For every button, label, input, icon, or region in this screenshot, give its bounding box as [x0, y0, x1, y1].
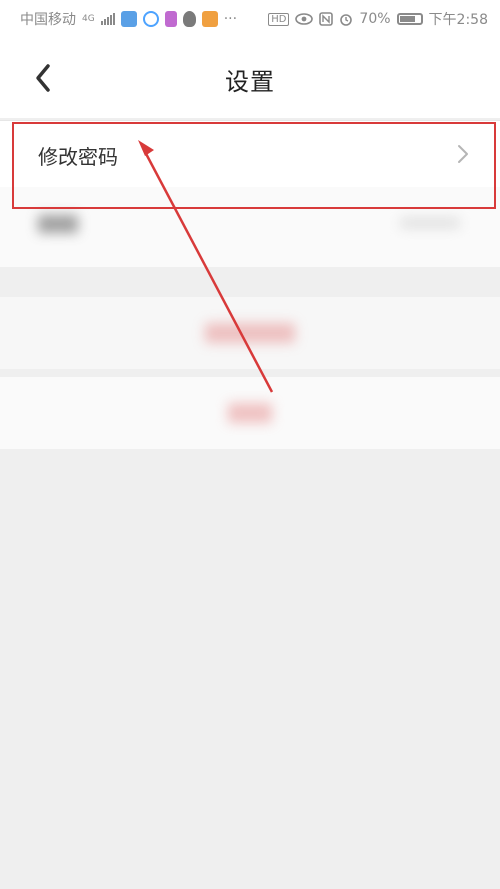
nav-bar: 设置 — [0, 36, 500, 118]
blurred-button-row — [0, 297, 500, 369]
battery-percent: 70% — [359, 11, 391, 27]
nfc-icon — [319, 12, 334, 26]
eye-icon — [295, 13, 314, 25]
qq-icon — [182, 11, 196, 27]
signal-icon — [100, 13, 115, 25]
video-app-icon — [201, 11, 218, 27]
blurred-content — [0, 187, 500, 455]
circle-app-icon — [142, 11, 159, 27]
highlight-box — [12, 122, 496, 209]
status-bar: 中国移动 4G ··· HD 70% 下午2:58 — [0, 0, 500, 36]
media-app-icon — [164, 11, 177, 27]
hd-badge: HD — [268, 12, 290, 26]
status-right: HD 70% 下午2:58 — [268, 9, 488, 29]
more-notifications: ··· — [223, 11, 238, 27]
page-title: 设置 — [225, 68, 275, 96]
app-icon — [120, 11, 137, 27]
blurred-button-row — [0, 377, 500, 449]
status-left: 中国移动 4G ··· — [20, 9, 237, 29]
battery-icon — [396, 13, 423, 25]
alarm-icon — [340, 14, 353, 26]
time-label: 下午2:58 — [428, 12, 488, 28]
network-label: 4G — [82, 14, 95, 24]
carrier-label: 中国移动 — [20, 12, 76, 28]
